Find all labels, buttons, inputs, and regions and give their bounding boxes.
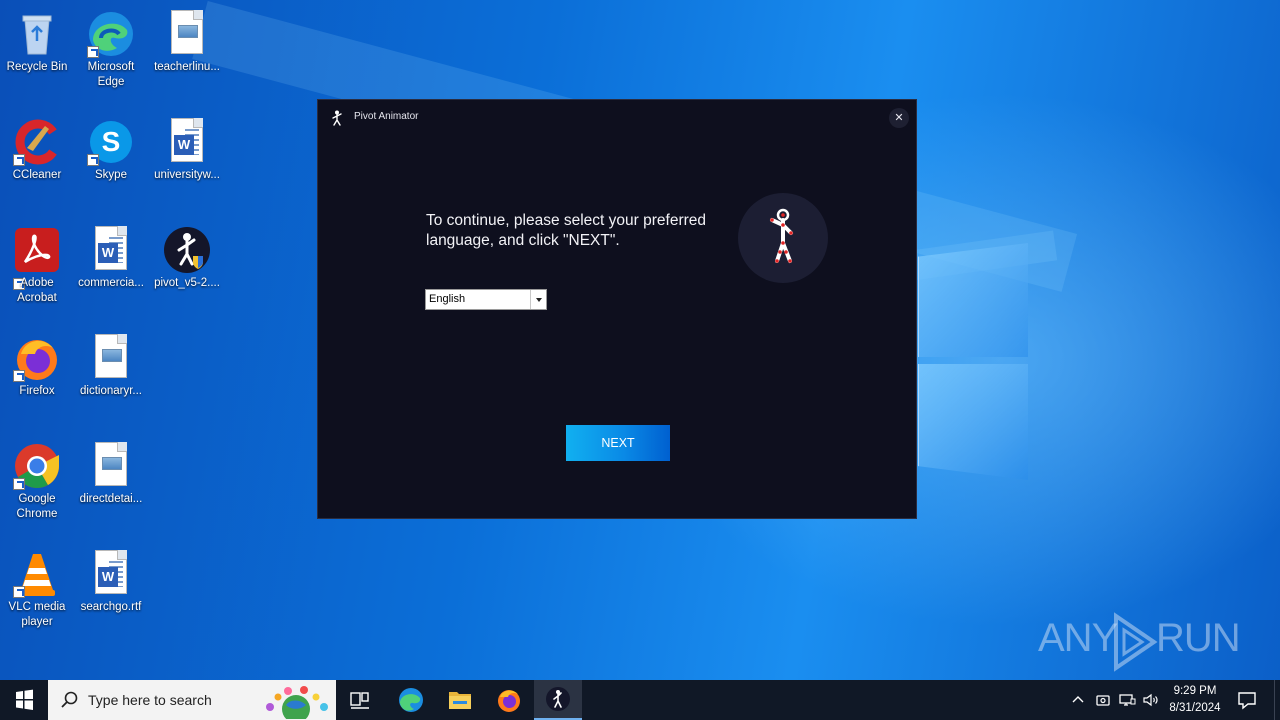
word-doc-icon: W <box>87 226 135 274</box>
start-button[interactable] <box>0 680 48 720</box>
stickfigure-icon <box>770 208 793 263</box>
taskbar-edge[interactable] <box>387 680 435 720</box>
word-doc-icon: W <box>87 550 135 598</box>
taskbar-pivot-animator[interactable] <box>534 680 582 720</box>
play-triangle-icon <box>1114 612 1158 672</box>
word-doc-icon: W <box>163 118 211 166</box>
desktop-icon-universityw[interactable]: W universityw... <box>150 112 224 212</box>
shortcut-arrow-icon <box>87 46 99 58</box>
taskbar-search-box[interactable]: Type here to search <box>48 680 336 720</box>
shortcut-arrow-icon <box>13 478 25 490</box>
desktop-icon-microsoft-edge[interactable]: Microsoft Edge <box>74 4 148 104</box>
desktop-icon-adobe-acrobat[interactable]: Adobe Acrobat <box>0 220 74 320</box>
dialog-title: Pivot Animator <box>354 111 419 122</box>
desktop-icon-recycle-bin[interactable]: Recycle Bin <box>0 4 74 104</box>
taskbar-file-explorer[interactable] <box>436 680 484 720</box>
shortcut-arrow-icon <box>13 154 25 166</box>
pivot-animator-icon <box>330 110 344 126</box>
anyrun-watermark: ANY RUN <box>1038 612 1241 672</box>
clock-time: 9:29 PM <box>1173 685 1217 697</box>
desktop-icon-vlc-media-player[interactable]: VLC media player <box>0 544 74 644</box>
desktop-icon-skype[interactable]: S Skype <box>74 112 148 212</box>
close-icon: ✕ <box>894 111 904 124</box>
shortcut-arrow-icon <box>13 370 25 382</box>
shortcut-arrow-icon <box>87 154 99 166</box>
desktop-icon-teacherlinu[interactable]: teacherlinu... <box>150 4 224 104</box>
volume-icon[interactable] <box>1141 690 1161 710</box>
close-button[interactable]: ✕ <box>889 108 909 128</box>
svg-text:S: S <box>102 126 121 157</box>
next-button[interactable]: NEXT <box>566 425 670 461</box>
image-file-icon <box>87 334 135 382</box>
windows-logo-icon <box>16 689 33 710</box>
language-selected-value: English <box>429 293 466 305</box>
pivot-animator-icon <box>546 687 570 711</box>
recycle-bin-icon <box>13 10 61 58</box>
clock-date: 8/31/2024 <box>1169 702 1221 714</box>
search-highlight-illustration <box>260 683 334 720</box>
pivot-animator-dialog: Pivot Animator ✕ To continue, please sel… <box>317 99 917 519</box>
windows-logo-pane <box>918 364 1028 480</box>
search-placeholder: Type here to search <box>88 692 212 708</box>
image-file-icon <box>87 442 135 490</box>
desktop-icon-pivot-installer[interactable]: pivot_v5-2.... <box>150 220 224 320</box>
meet-now-icon[interactable] <box>1093 690 1113 710</box>
language-prompt-text: To continue, please select your preferre… <box>426 212 707 249</box>
language-dropdown[interactable]: English <box>425 289 547 310</box>
desktop-icon-commercia[interactable]: W commercia... <box>74 220 148 320</box>
pivot-installer-icon <box>163 226 211 274</box>
acrobat-icon <box>13 226 61 274</box>
desktop-icon-directdetai[interactable]: directdetai... <box>74 436 148 536</box>
desktop-icon-ccleaner[interactable]: CCleaner <box>0 112 74 212</box>
firefox-icon <box>498 690 520 712</box>
notification-center-icon[interactable] <box>1236 689 1258 711</box>
stickfigure-logo <box>738 193 828 283</box>
edge-icon <box>399 688 423 712</box>
desktop-icon-google-chrome[interactable]: Google Chrome <box>0 436 74 536</box>
chevron-down-icon[interactable] <box>530 290 546 309</box>
taskbar-clock[interactable]: 9:29 PM 8/31/2024 <box>1162 683 1228 717</box>
windows-logo-pane <box>918 243 1028 357</box>
taskbar-task-view[interactable] <box>336 680 384 720</box>
show-hidden-icons-chevron-icon[interactable] <box>1068 690 1088 710</box>
shortcut-arrow-icon <box>13 586 25 598</box>
desktop-icon-searchgo[interactable]: W searchgo.rtf <box>74 544 148 644</box>
task-view-icon <box>350 692 369 709</box>
search-icon <box>60 690 80 710</box>
taskbar-firefox[interactable] <box>485 680 533 720</box>
network-icon[interactable] <box>1117 690 1137 710</box>
show-desktop-button[interactable] <box>1274 680 1280 720</box>
desktop-icon-firefox[interactable]: Firefox <box>0 328 74 428</box>
taskbar: Type here to search 9:29 PM 8/31/2024 <box>0 680 1280 720</box>
desktop-icon-dictionaryr[interactable]: dictionaryr... <box>74 328 148 428</box>
file-explorer-icon <box>449 692 471 709</box>
image-file-icon <box>163 10 211 58</box>
